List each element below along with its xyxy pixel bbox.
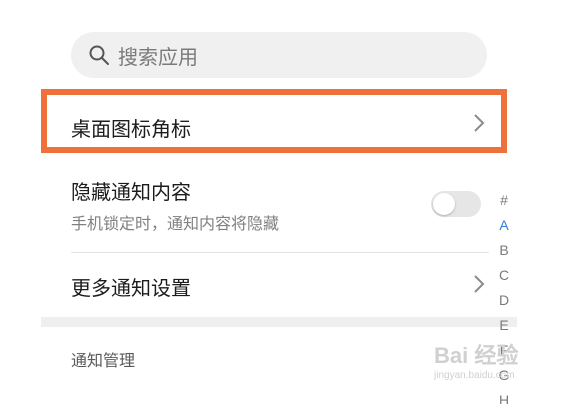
search-placeholder: 搜索应用 [118, 44, 198, 69]
chevron-right-icon[interactable] [473, 274, 485, 294]
hide-content-label: 隐藏通知内容 [71, 180, 191, 204]
divider [71, 252, 489, 253]
chevron-right-icon[interactable] [473, 113, 485, 133]
badge-row-label[interactable]: 桌面图标角标 [71, 113, 191, 142]
section-title: 通知管理 [71, 351, 136, 370]
hide-content-toggle[interactable] [431, 191, 481, 217]
watermark-logo: Bai 经验 [434, 343, 519, 368]
index-letter-active[interactable]: A [494, 213, 514, 238]
index-letter[interactable]: C [494, 263, 514, 288]
index-letter[interactable]: B [494, 238, 514, 263]
watermark-url: jingyan.baidu.com [434, 370, 515, 381]
hide-content-subtitle: 手机锁定时，通知内容将隐藏 [71, 214, 280, 233]
search-bar[interactable]: 搜索应用 [71, 32, 487, 78]
toggle-knob [433, 193, 455, 215]
more-settings-label[interactable]: 更多通知设置 [71, 272, 191, 301]
index-letter[interactable]: D [494, 288, 514, 313]
watermark: Bai 经验 jingyan.baidu.com [434, 338, 558, 404]
index-letter[interactable]: E [494, 313, 514, 338]
search-icon [89, 45, 109, 65]
section-separator [41, 317, 517, 327]
index-letter[interactable]: # [494, 188, 514, 213]
